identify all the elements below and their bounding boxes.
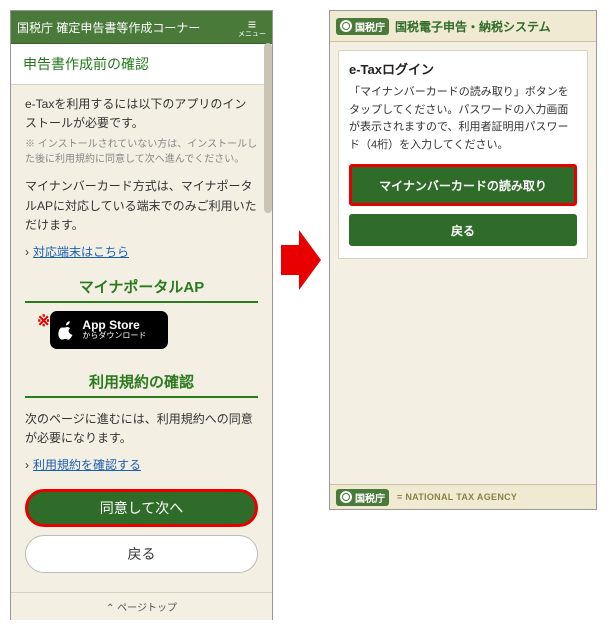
mynumber-text: マイナンバーカード方式は、マイナポータルAPに対応している端末でのみご利用いただ… [11, 175, 272, 239]
terms-text: 次のページに進むには、利用規約への同意が必要になります。 [11, 402, 272, 452]
left-header-title: 国税庁 確定申告書等作成コーナー [17, 19, 200, 36]
back-button-right[interactable]: 戻る [349, 214, 577, 246]
terms-link[interactable]: 利用規約を確認する [33, 458, 141, 472]
panel-text: 「マイナンバーカードの読み取り」ボタンをタップしてください。パスワードの入力画面… [349, 84, 577, 154]
phone-left: 国税庁 確定申告書等作成コーナー ≡ メニュー 申告書作成前の確認 e-Taxを… [10, 10, 273, 620]
flow-arrow [281, 10, 321, 510]
nta-logo-icon [340, 491, 352, 503]
section-title: 申告書作成前の確認 [11, 44, 272, 85]
asterisk-mark: ※ [25, 311, 50, 331]
mynaportal-heading: マイナポータルAP [25, 276, 258, 303]
left-header: 国税庁 確定申告書等作成コーナー ≡ メニュー [11, 11, 272, 44]
left-body: 申告書作成前の確認 e-Taxを利用するには以下のアプリのインストールが必要です… [11, 44, 272, 620]
install-note: ※ インストールされていない方は、インストールした後に利用規約に同意して次へ進ん… [11, 137, 272, 175]
intro-text: e-Taxを利用するには以下のアプリのインストールが必要です。 [11, 85, 272, 137]
login-panel: e-Taxログイン 「マイナンバーカードの読み取り」ボタンをタップしてください。… [338, 50, 588, 259]
phone-right: 国税庁 国税電子申告・納税システム e-Taxログイン 「マイナンバーカードの読… [329, 10, 597, 510]
appstore-small: からダウンロード [82, 332, 146, 340]
nta-badge-header: 国税庁 [336, 18, 389, 35]
read-mynumber-button[interactable]: マイナンバーカードの読み取り [349, 164, 577, 206]
right-body: e-Taxログイン 「マイナンバーカードの読み取り」ボタンをタップしてください。… [330, 42, 596, 484]
terms-link-row: › 利用規約を確認する [11, 452, 272, 483]
menu-icon: ≡ [248, 17, 256, 31]
supported-devices-link[interactable]: 対応端末はこちら [33, 245, 129, 259]
right-footer: 国税庁 = NATIONAL TAX AGENCY [330, 484, 596, 509]
chevron-right-icon: › [25, 458, 29, 472]
right-header: 国税庁 国税電子申告・納税システム [330, 11, 596, 42]
menu-button[interactable]: ≡ メニュー [238, 17, 266, 38]
chevron-up-icon: ⌃ [106, 603, 117, 614]
terms-heading: 利用規約の確認 [25, 371, 258, 398]
appstore-badge[interactable]: App Store からダウンロード [50, 311, 168, 349]
devices-link-row: › 対応端末はこちら [11, 239, 272, 270]
panel-title: e-Taxログイン [349, 59, 577, 78]
chevron-right-icon: › [25, 245, 29, 259]
nta-badge-footer: 国税庁 [336, 489, 389, 506]
system-title: 国税電子申告・納税システム [395, 18, 551, 35]
arrow-right-icon [281, 230, 321, 290]
back-button-left[interactable]: 戻る [25, 535, 258, 573]
appstore-text: App Store からダウンロード [82, 319, 146, 340]
agree-next-button[interactable]: 同意して次へ [25, 489, 258, 527]
nta-logo-icon [340, 20, 352, 32]
nta-badge-text: 国税庁 [355, 19, 385, 34]
page-top-link[interactable]: ⌃ ページトップ [11, 592, 272, 620]
scrollbar[interactable] [264, 43, 272, 213]
page-top-label: ページトップ [117, 603, 177, 614]
apple-icon [58, 320, 76, 340]
footer-agency-text: = NATIONAL TAX AGENCY [397, 492, 517, 502]
nta-footer-badge-text: 国税庁 [355, 490, 385, 505]
menu-label: メニュー [238, 31, 266, 38]
